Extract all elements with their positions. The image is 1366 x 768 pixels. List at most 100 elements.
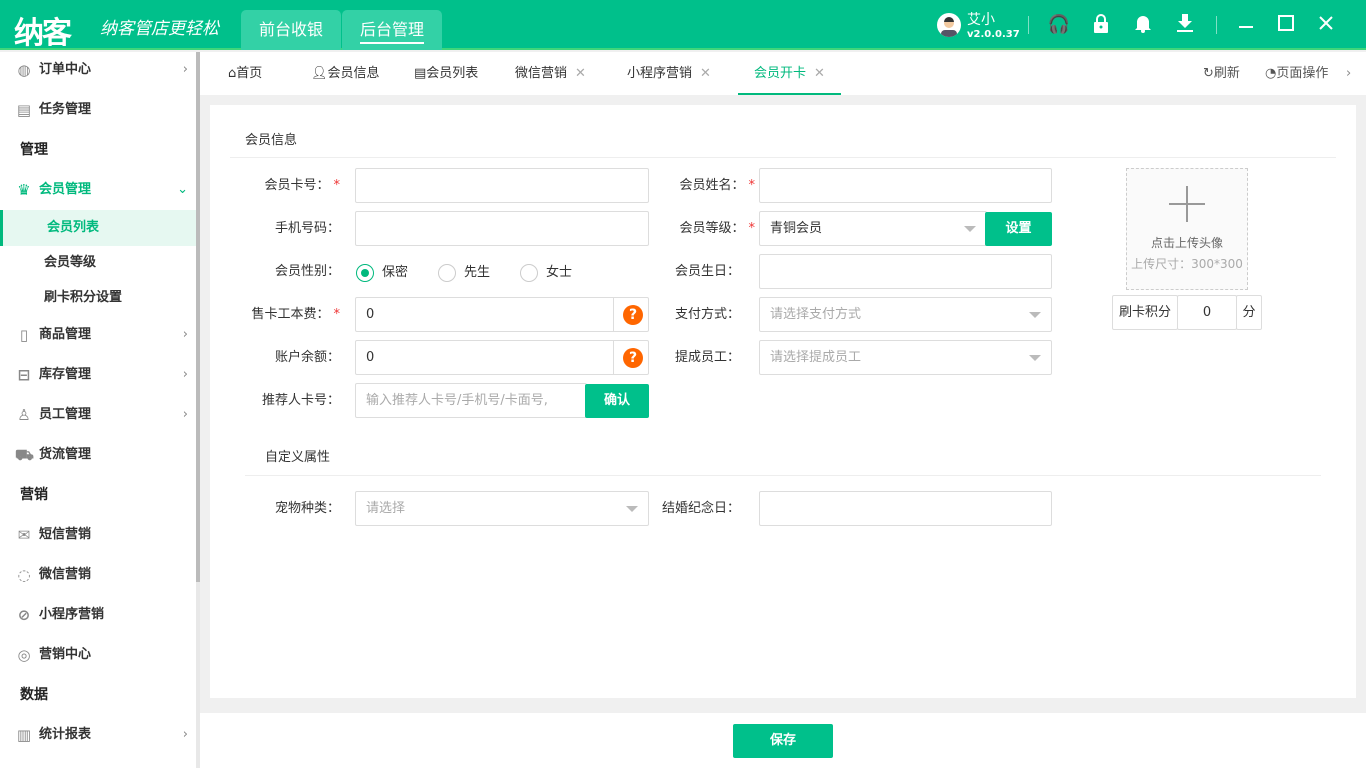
sidebar-item[interactable]: ▯商品管理› [0,317,196,353]
sidebar-item[interactable]: ◎营销中心 [0,637,196,673]
gender-radio-female[interactable]: 女士 [520,263,572,283]
upload-size: 上传尺寸：300*300 [1127,255,1247,272]
truck-icon: ⛟ [15,446,33,464]
close-tab-icon[interactable]: ✕ [700,66,711,81]
tab-wechat[interactable]: 微信营销✕ [515,52,586,95]
tab-front-cashier[interactable]: 前台收银 [241,10,341,50]
customer-service-icon[interactable]: 🎧 [1047,13,1071,37]
download-icon[interactable] [1173,13,1197,37]
chevron-right-icon: › [183,52,188,88]
sidebar-item[interactable]: ⛟ 货流管理 [0,437,196,473]
name-label: 会员姓名：* [635,168,755,203]
close-tab-icon[interactable]: ✕ [575,66,586,81]
sidebar-item-label: 会员列表 [47,210,99,246]
sidebar-item-label: 任务管理 [39,92,91,128]
sidebar-item[interactable]: ♙员工管理› [0,397,196,433]
page-ops-button[interactable]: ◔页面操作 [1265,52,1328,95]
chevron-down-icon: ⌄ [177,172,188,208]
plus-icon [1167,184,1207,224]
tabs-scroll-right[interactable]: › [1346,52,1351,95]
sidebar-item[interactable]: 刷卡积分设置 [0,280,196,316]
referrer-label: 推荐人卡号： [220,383,340,418]
balance-input[interactable]: 0? [355,340,649,375]
sidebar-item-label: 订单中心 [39,52,91,88]
sidebar-item-label: 小程序营销 [39,597,104,633]
points-input[interactable]: 0 [1177,295,1237,330]
anniversary-input[interactable] [759,491,1052,526]
sidebar-item[interactable]: ✉ 短信营销 [0,517,196,553]
avatar-upload[interactable]: 点击上传头像 上传尺寸：300*300 [1126,168,1248,290]
user-name: 艾小 [967,9,995,29]
tab-member-list[interactable]: ▤会员列表 [414,52,478,95]
mail-icon: ✉ [15,526,33,544]
tab-open-card[interactable]: 会员开卡✕ [738,52,841,95]
sidebar-item-label: 数据 [20,677,48,713]
tab-member-info[interactable]: 👤︎会员信息 [311,52,380,95]
confirm-button[interactable]: 确认 [585,384,649,418]
name-input[interactable] [759,168,1052,203]
user-icon: ♙ [15,406,33,424]
task-icon: ▤ [15,101,33,119]
tab-bar: ⌂首页 👤︎会员信息 ▤会员列表 微信营销✕ 小程序营销✕ 会员开卡✕ ↻刷新 … [200,52,1366,95]
miniprogram-icon: ⊘ [15,606,33,624]
points-unit: 分 [1236,295,1262,330]
sidebar-scrollbar-thumb[interactable] [196,52,200,582]
sidebar-item[interactable]: ◌微信营销 [0,557,196,593]
gender-radio-secret[interactable]: 保密 [356,263,408,283]
tab-miniprogram[interactable]: 小程序营销✕ [627,52,711,95]
lock-icon[interactable] [1089,13,1113,37]
divider [245,475,1321,476]
sidebar-item[interactable]: 会员等级 [0,245,196,281]
card-no-input[interactable] [355,168,649,203]
sidebar-item-label: 营销 [20,477,48,513]
goods-icon: ▯ [15,326,33,344]
save-button[interactable]: 保存 [733,724,833,758]
sidebar-item[interactable]: 会员列表 [0,210,196,246]
sidebar-item[interactable]: ◍订单中心› [0,52,196,88]
pet-select[interactable]: 请选择 [355,491,649,526]
gender-radio-male[interactable]: 先生 [438,263,490,283]
sidebar-item-label: 会员等级 [44,245,96,281]
sidebar-section-header: 数据 [0,677,196,713]
close-icon[interactable] [1314,13,1338,37]
sidebar-item-label: 货流管理 [39,437,91,473]
sidebar-item[interactable]: ▥统计报表› [0,717,196,753]
close-tab-icon[interactable]: ✕ [814,66,825,81]
chevron-down-icon [964,226,976,232]
level-select[interactable]: 青铜会员 [759,211,987,246]
section-title: 会员信息 [245,129,297,148]
maximize-icon[interactable] [1274,13,1298,37]
card-fee-input[interactable]: 0? [355,297,649,332]
sidebar-section-header: 营销 [0,477,196,513]
inventory-icon: ⊟ [15,366,33,384]
tab-home[interactable]: ⌂首页 [228,52,262,95]
chart-icon: ▥ [15,726,33,744]
sidebar-item-label: 营销中心 [39,637,91,673]
sidebar-item[interactable]: ▤ 任务管理 [0,92,196,128]
sidebar-item[interactable]: ⊘ 小程序营销 [0,597,196,633]
referrer-input[interactable]: 输入推荐人卡号/手机号/卡面号, [355,383,587,418]
level-settings-button[interactable]: 设置 [985,212,1052,246]
gender-label: 会员性别： [220,254,340,289]
sidebar-item-label: 短信营销 [39,517,91,553]
divider [230,157,1336,158]
level-label: 会员等级：* [635,211,755,246]
refresh-button[interactable]: ↻刷新 [1203,52,1240,95]
sidebar-item[interactable]: ♛会员管理⌄ [0,172,196,208]
avatar[interactable] [937,13,961,37]
minimize-icon[interactable] [1234,13,1258,37]
divider [1028,16,1029,34]
chevron-down-icon [1029,355,1041,361]
card-no-label: 会员卡号：* [220,168,340,203]
tab-backend-admin[interactable]: 后台管理 [342,10,442,50]
pay-select[interactable]: 请选择支付方式 [759,297,1052,332]
version: v2.0.0.37 [967,29,1020,40]
bell-icon[interactable] [1131,13,1155,37]
chevron-right-icon: › [183,397,188,433]
footer: 保存 [200,713,1366,768]
title-bar: 纳客 纳客管店更轻松 前台收银 后台管理 艾小 v2.0.0.37 🎧 [0,0,1366,50]
staff-select[interactable]: 请选择提成员工 [759,340,1052,375]
sidebar-item[interactable]: ⊟库存管理› [0,357,196,393]
birthday-input[interactable] [759,254,1052,289]
phone-input[interactable] [355,211,649,246]
